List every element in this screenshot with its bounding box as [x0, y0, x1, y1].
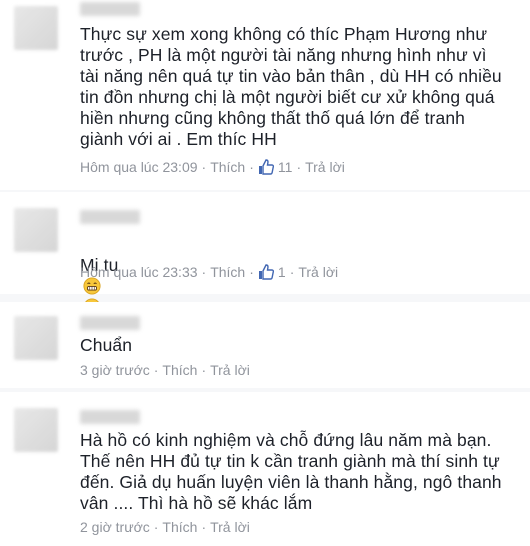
comment-meta: Hôm qua lúc 23:33 · Thích · 1 · Trả lời — [80, 263, 338, 281]
meta-separator: · — [296, 159, 302, 175]
like-link[interactable]: Thích — [210, 158, 245, 176]
comment-text: Thực sự xem xong không có thíc Phạm Hươn… — [80, 24, 502, 149]
thumbs-up-icon[interactable] — [258, 264, 274, 280]
meta-separator: · — [249, 159, 254, 175]
comment-time[interactable]: 3 giờ trước — [80, 361, 150, 379]
meta-separator: · — [153, 519, 159, 535]
like-link[interactable]: Thích — [162, 361, 197, 379]
comment-meta: Hôm qua lúc 23:09 · Thích · 11 · Trả lời — [80, 158, 345, 176]
comment-4: Hà hồ có kinh nghiệm và chỗ đứng lâu năm… — [0, 392, 530, 546]
commenter-name-blurred[interactable] — [80, 2, 140, 16]
commenter-name-blurred[interactable] — [80, 210, 140, 224]
avatar[interactable] — [14, 208, 58, 252]
like-link[interactable]: Thích — [210, 263, 245, 281]
meta-separator: · — [201, 264, 207, 280]
meta-separator: · — [289, 264, 295, 280]
comment-meta: 2 giờ trước · Thích · Trả lời — [80, 518, 250, 536]
meta-separator: · — [249, 264, 254, 280]
commenter-name-blurred[interactable] — [80, 316, 140, 330]
like-count[interactable]: 11 — [278, 158, 293, 176]
reply-link[interactable]: Trả lời — [210, 518, 250, 536]
commenter-name-blurred[interactable] — [80, 410, 140, 424]
reply-link[interactable]: Trả lời — [210, 361, 250, 379]
comment-meta: 3 giờ trước · Thích · Trả lời — [80, 361, 250, 379]
like-link[interactable]: Thích — [162, 518, 197, 536]
reply-link[interactable]: Trả lời — [305, 158, 345, 176]
meta-separator: · — [201, 519, 207, 535]
comment-2: Mi tu Hôm qua lúc 23:33 · Thích · 1 · Tr… — [0, 192, 530, 337]
comment-text: Chuẩn — [80, 335, 133, 355]
comment-1: Thực sự xem xong không có thíc Phạm Hươn… — [0, 0, 530, 190]
comment-3: Chuẩn 3 giờ trước · Thích · Trả lời — [0, 302, 530, 388]
avatar[interactable] — [14, 408, 58, 452]
meta-separator: · — [201, 362, 207, 378]
comment-text: Hà hồ có kinh nghiệm và chỗ đứng lâu năm… — [80, 430, 502, 513]
meta-separator: · — [201, 159, 207, 175]
like-count[interactable]: 1 — [278, 263, 286, 281]
reply-link[interactable]: Trả lời — [298, 263, 338, 281]
avatar[interactable] — [14, 6, 58, 50]
meta-separator: · — [153, 362, 159, 378]
thumbs-up-icon[interactable] — [258, 159, 274, 175]
comment-time[interactable]: 2 giờ trước — [80, 518, 150, 536]
avatar[interactable] — [14, 316, 58, 360]
comment-time[interactable]: Hôm qua lúc 23:33 — [80, 263, 198, 281]
comment-time[interactable]: Hôm qua lúc 23:09 — [80, 158, 198, 176]
